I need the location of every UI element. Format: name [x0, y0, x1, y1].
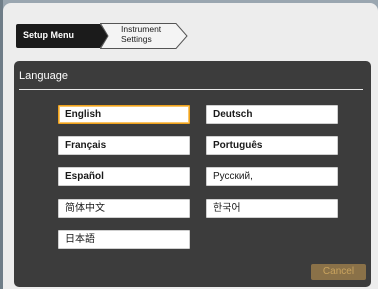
- breadcrumb-instrument-settings[interactable]: Instrument Settings: [100, 23, 188, 49]
- language-option-deutsch[interactable]: Deutsch: [206, 105, 338, 124]
- language-option-portugues[interactable]: Português: [206, 136, 338, 155]
- language-option-english[interactable]: English: [58, 105, 190, 124]
- cancel-button[interactable]: Cancel: [311, 264, 366, 280]
- breadcrumb-setup-menu[interactable]: Setup Menu: [16, 24, 108, 48]
- breadcrumb-instrument-settings-label: Instrument Settings: [121, 24, 161, 44]
- language-option-espanol[interactable]: Español: [58, 167, 190, 186]
- language-option-russian[interactable]: Русский,: [206, 167, 338, 186]
- panel-title: Language: [19, 70, 68, 82]
- panel-divider: [19, 89, 363, 90]
- language-option-francais[interactable]: Français: [58, 136, 190, 155]
- language-panel: Language English Deutsch Français Portug…: [14, 61, 371, 287]
- breadcrumb: Setup Menu Instrument Settings: [16, 23, 188, 51]
- breadcrumb-label-line-2: Settings: [121, 34, 152, 44]
- breadcrumb-setup-menu-label: Setup Menu: [23, 30, 74, 40]
- language-option-simplified-chinese[interactable]: 简体中文: [58, 199, 190, 218]
- language-option-japanese[interactable]: 日本語: [58, 230, 190, 249]
- language-option-korean[interactable]: 한국어: [206, 199, 338, 218]
- breadcrumb-label-line-1: Instrument: [121, 24, 162, 34]
- setup-window: Setup Menu Instrument Settings Language …: [3, 3, 378, 289]
